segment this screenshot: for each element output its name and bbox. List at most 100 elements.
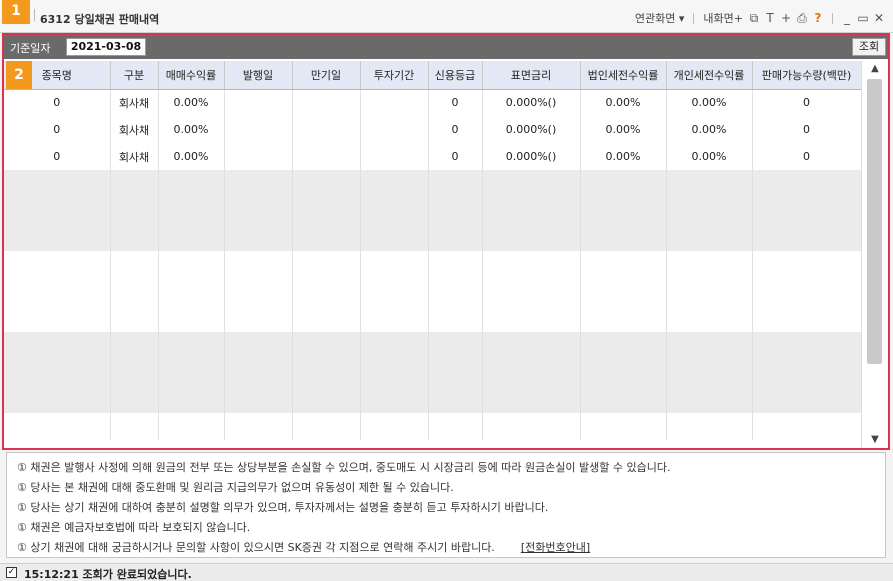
empty-cell	[666, 197, 753, 224]
empty-cell	[666, 386, 753, 413]
vertical-scrollbar[interactable]: ▲ ▼	[861, 61, 888, 448]
table-cell: 0.000%()	[482, 143, 581, 170]
title-separator	[34, 9, 35, 21]
empty-cell	[482, 413, 581, 440]
empty-cell	[482, 278, 581, 305]
empty-cell	[360, 278, 429, 305]
empty-cell	[666, 332, 753, 359]
column-header[interactable]: 개인세전수익률	[666, 61, 753, 90]
empty-cell	[158, 413, 225, 440]
empty-cell	[752, 386, 861, 413]
column-header[interactable]: 투자기간	[360, 61, 429, 90]
empty-cell	[224, 332, 293, 359]
empty-row	[4, 170, 861, 197]
empty-cell	[428, 278, 483, 305]
empty-cell	[580, 332, 667, 359]
related-screen-label: 연관화면	[634, 12, 676, 25]
empty-cell	[292, 413, 361, 440]
empty-cell	[158, 251, 225, 278]
title-toolbar: 연관화면 ▾ 내화면+ ⧉ T + ⎙ ? _ ▭ ✕	[632, 10, 887, 26]
table-row[interactable]: 0 회사채 0.00% 0 0.000%() 0.00% 0.00% 0	[4, 89, 861, 116]
empty-cell	[360, 332, 429, 359]
empty-cell	[110, 305, 159, 332]
empty-cell	[4, 224, 111, 251]
column-header[interactable]: 만기일	[292, 61, 361, 90]
minimize-icon[interactable]: _	[839, 11, 855, 25]
scroll-up-icon[interactable]: ▲	[862, 61, 888, 77]
table-cell: 회사채	[110, 143, 159, 170]
empty-cell	[666, 305, 753, 332]
my-screen-menu[interactable]: 내화면+	[700, 10, 746, 26]
empty-cell	[580, 278, 667, 305]
empty-cell	[110, 359, 159, 386]
close-icon[interactable]: ✕	[871, 11, 887, 25]
maximize-icon[interactable]: ▭	[855, 11, 871, 25]
phone-info-link[interactable]: [전화번호안내]	[521, 541, 590, 554]
query-button[interactable]: 조회	[852, 38, 886, 56]
table-row[interactable]: 0 회사채 0.00% 0 0.000%() 0.00% 0.00% 0	[4, 143, 861, 170]
empty-cell	[224, 278, 293, 305]
empty-row	[4, 413, 861, 440]
empty-cell	[482, 359, 581, 386]
main-panel: 기준일자 2021-03-08 조회 2 종목명 구분 매매수익률 발행일 만기일 투자기…	[2, 33, 890, 450]
empty-cell	[4, 278, 111, 305]
empty-cell	[428, 197, 483, 224]
empty-cell	[752, 332, 861, 359]
related-screen-menu[interactable]: 연관화면 ▾	[632, 10, 688, 26]
empty-cell	[360, 359, 429, 386]
empty-cell	[224, 359, 293, 386]
table-cell	[292, 89, 361, 116]
filter-bar: 기준일자 2021-03-08 조회	[4, 35, 888, 59]
notice-line: ① 당사는 본 채권에 대해 중도환매 및 원리금 지급의무가 없으며 유동성이…	[17, 481, 454, 494]
table-cell: 0.00%	[666, 116, 753, 143]
empty-cell	[158, 386, 225, 413]
table-cell: 0.00%	[666, 143, 753, 170]
date-field[interactable]: 2021-03-08	[66, 38, 146, 56]
plus-icon[interactable]: +	[778, 11, 794, 25]
notice-line: ① 채권은 예금자보호법에 따라 보호되지 않습니다.	[17, 521, 251, 534]
column-header[interactable]: 발행일	[224, 61, 293, 90]
empty-cell	[158, 170, 225, 197]
scroll-thumb[interactable]	[867, 79, 882, 364]
table-cell: 0	[428, 116, 483, 143]
table-cell: 0	[752, 143, 861, 170]
table-cell	[360, 89, 429, 116]
window-icon[interactable]: ⧉	[746, 11, 762, 26]
empty-cell	[110, 332, 159, 359]
column-header[interactable]: 신용등급	[428, 61, 483, 90]
table-row[interactable]: 0 회사채 0.00% 0 0.000%() 0.00% 0.00% 0	[4, 116, 861, 143]
help-icon[interactable]: ?	[810, 11, 826, 25]
empty-cell	[4, 359, 111, 386]
column-header[interactable]: 표면금리	[482, 61, 581, 90]
window-title: 6312 당일채권 판매내역	[40, 13, 160, 26]
empty-cell	[428, 359, 483, 386]
scroll-down-icon[interactable]: ▼	[862, 432, 888, 448]
table-cell: 0.00%	[580, 116, 667, 143]
empty-cell	[158, 332, 225, 359]
empty-cell	[292, 224, 361, 251]
empty-cell	[428, 224, 483, 251]
empty-cell	[666, 278, 753, 305]
notice-line-last: ① 상기 채권에 대해 궁금하시거나 문의할 사항이 있으시면 SK증권 각 지…	[17, 538, 875, 558]
column-header[interactable]: 법인세전수익률	[580, 61, 667, 90]
text-icon[interactable]: T	[762, 11, 778, 25]
table-cell: 0.000%()	[482, 89, 581, 116]
table-cell	[292, 143, 361, 170]
column-header[interactable]: 매매수익률	[158, 61, 225, 90]
column-header[interactable]: 구분	[110, 61, 159, 90]
empty-cell	[158, 224, 225, 251]
empty-cell	[224, 170, 293, 197]
empty-cell	[580, 197, 667, 224]
table-cell: 0.00%	[580, 89, 667, 116]
print-icon[interactable]: ⎙	[794, 11, 810, 26]
empty-cell	[580, 224, 667, 251]
empty-cell	[224, 224, 293, 251]
status-message: 15:12:21 조회가 완료되었습니다.	[24, 568, 192, 581]
empty-cell	[360, 305, 429, 332]
toolbar-separator	[832, 12, 833, 24]
column-header[interactable]: 판매가능수량(백만)	[752, 61, 861, 90]
empty-cell	[482, 224, 581, 251]
empty-cell	[292, 359, 361, 386]
status-checkbox[interactable]: ✓	[6, 567, 17, 578]
empty-cell	[292, 170, 361, 197]
